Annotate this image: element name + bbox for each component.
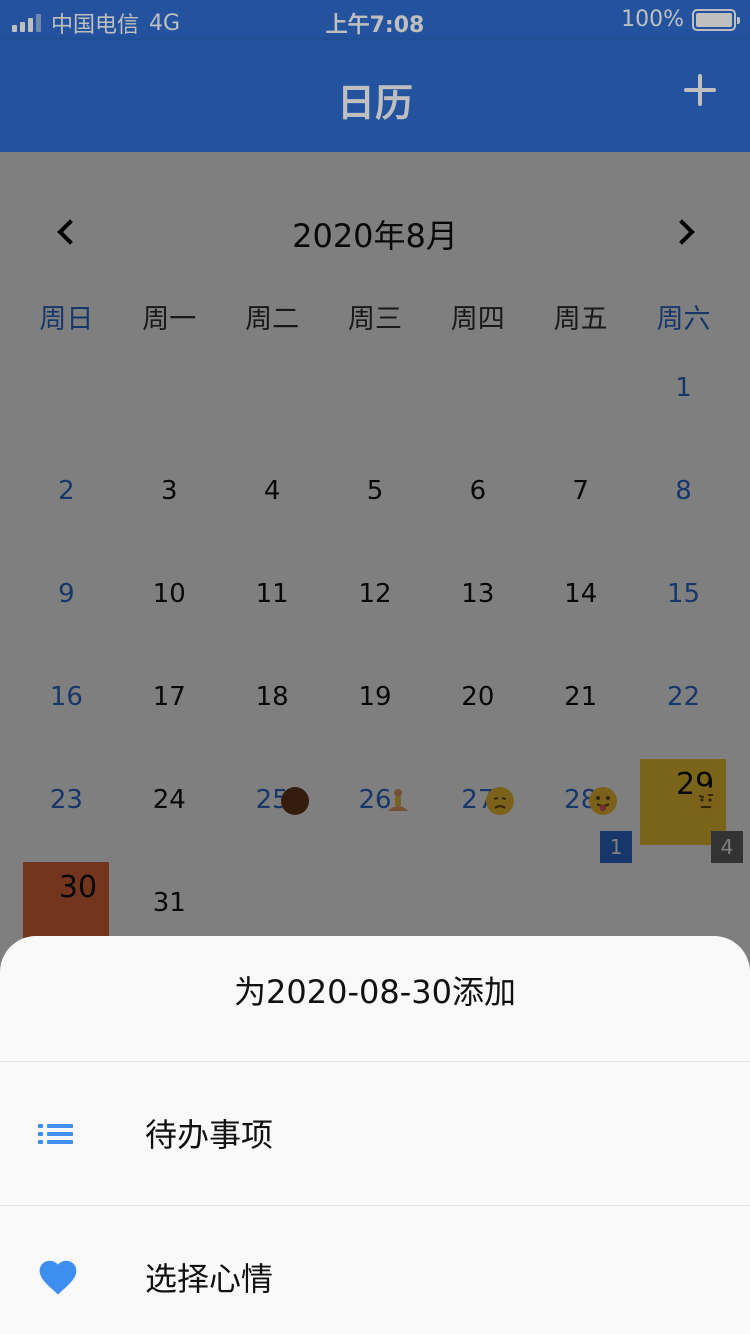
sheet-item-mood[interactable]: 选择心情 [0, 1206, 750, 1334]
battery-percent: 100% [621, 7, 684, 32]
app-bar: 日历 [0, 40, 750, 152]
status-right: 100% [621, 7, 740, 32]
list-icon [36, 1112, 80, 1156]
status-bar: 中国电信 4G 上午7:08 100% [0, 0, 750, 40]
plus-icon[interactable] [680, 70, 720, 110]
sheet-item-label: 待办事项 [145, 1116, 274, 1154]
sheet-item-label: 选择心情 [145, 1260, 274, 1298]
bottom-sheet: 为2020-08-30添加 待办事项 选择心情 [0, 936, 750, 1334]
sheet-item-todo[interactable]: 待办事项 [0, 1062, 750, 1206]
heart-icon [36, 1256, 80, 1300]
page-title: 日历 [336, 81, 413, 125]
sheet-title: 为2020-08-30添加 [0, 936, 750, 1062]
battery-icon [692, 8, 740, 31]
